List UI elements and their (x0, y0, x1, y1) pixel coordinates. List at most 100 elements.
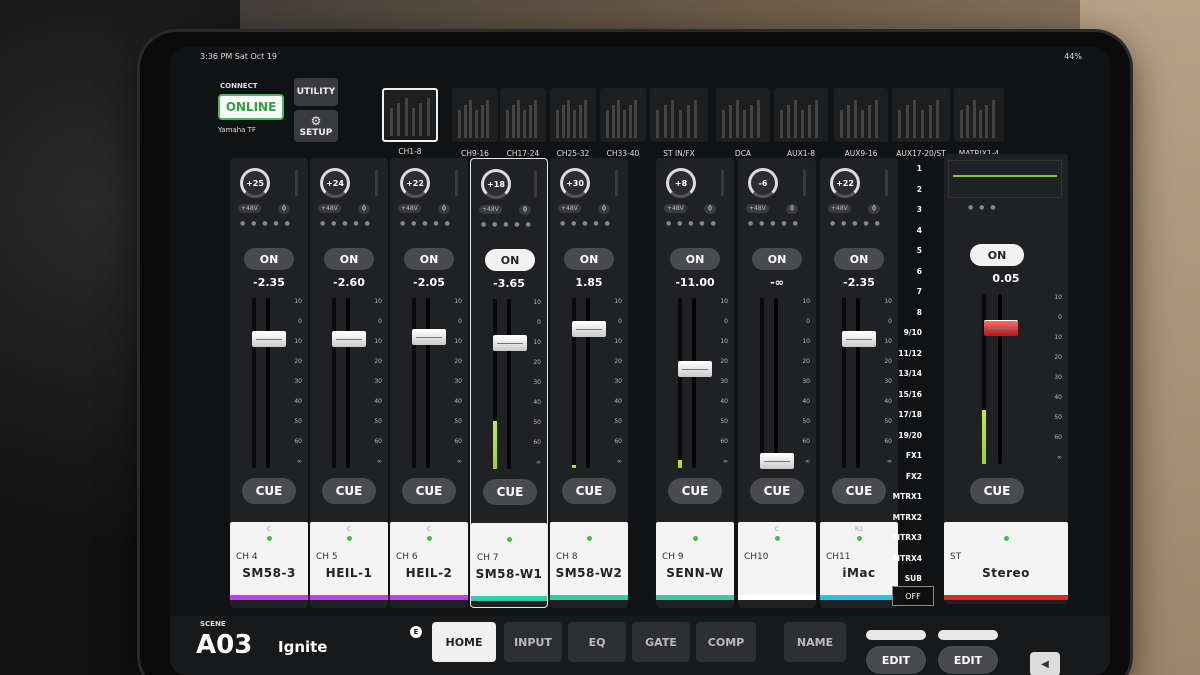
utility-button[interactable]: UTILITY (294, 78, 338, 106)
on-button[interactable]: ON (404, 248, 454, 270)
gain-knob[interactable]: -6 (748, 168, 778, 198)
on-button[interactable]: ON (564, 248, 614, 270)
tab-home[interactable]: HOME (432, 622, 496, 662)
channel-color-bar (550, 595, 628, 600)
gain-knob[interactable]: +22 (400, 168, 430, 198)
scale-tick-label: ∞ (536, 459, 541, 466)
sends-off-button[interactable]: OFF (892, 586, 934, 606)
online-button[interactable]: ONLINE (218, 94, 284, 120)
gain-knob[interactable]: +18 (481, 169, 511, 199)
bank-3[interactable]: CH17-24 (500, 88, 546, 158)
tab-gate[interactable]: GATE (632, 622, 690, 662)
channel-name-label[interactable]: CH 7 SM58-W1 (471, 523, 547, 601)
bank-7[interactable]: DCA (716, 88, 770, 158)
cue-button[interactable]: CUE (483, 479, 537, 505)
gain-knob[interactable]: +30 (560, 168, 590, 198)
page-dots: ● ● ● ● ● (666, 220, 718, 227)
send-item[interactable]: 4 (917, 226, 922, 235)
send-item[interactable]: 1 (917, 164, 922, 173)
channel-name-label[interactable]: R2 CH11 iMac (820, 522, 898, 600)
send-item[interactable]: MTRX4 (893, 554, 922, 563)
tab-comp[interactable]: COMP (696, 622, 756, 662)
on-button[interactable]: ON (485, 249, 535, 271)
channel-name-label[interactable]: C CH 6 HEIL-2 (390, 522, 468, 600)
send-item[interactable]: FX1 (906, 451, 922, 460)
fader-cap[interactable] (984, 320, 1018, 336)
gain-knob[interactable]: +22 (830, 168, 860, 198)
on-button[interactable]: ON (834, 248, 884, 270)
send-item[interactable]: 15/16 (898, 390, 922, 399)
bank-4[interactable]: CH25-32 (550, 88, 596, 158)
gain-knob[interactable]: +24 (320, 168, 350, 198)
scene-number[interactable]: A03 (196, 630, 252, 660)
chevron-left-icon[interactable]: ◀ (1030, 652, 1060, 675)
channel-name: SENN-W (666, 566, 724, 580)
setup-button[interactable]: ⚙ SETUP (294, 110, 338, 142)
send-item[interactable]: MTRX2 (893, 513, 922, 522)
channel-name-label[interactable]: CH 8 SM58-W2 (550, 522, 628, 600)
channel-name-label[interactable]: C CH10 (738, 522, 816, 600)
cue-button[interactable]: CUE (832, 478, 886, 504)
scale-tick-label: 10 (614, 298, 622, 305)
send-item[interactable]: SUB (905, 574, 922, 583)
channel-name-label[interactable]: ST Stereo (944, 522, 1068, 600)
send-item[interactable]: MTRX3 (893, 533, 922, 542)
cue-button[interactable]: CUE (750, 478, 804, 504)
send-item[interactable]: 7 (917, 287, 922, 296)
gear-icon: ⚙ (310, 114, 322, 128)
tab-input[interactable]: INPUT (504, 622, 562, 662)
bank-11[interactable]: MATRIX1-4 (954, 88, 1004, 158)
send-item[interactable]: MTRX1 (893, 492, 922, 501)
pan-readout: C (266, 526, 272, 533)
send-item[interactable]: 6 (917, 267, 922, 276)
bank-6[interactable]: ST IN/FX (650, 88, 708, 158)
tab-name[interactable]: NAME (784, 622, 846, 662)
send-item[interactable]: 8 (917, 308, 922, 317)
send-item[interactable]: FX2 (906, 472, 922, 481)
bank-5[interactable]: CH33-40 (600, 88, 646, 158)
cue-button[interactable]: CUE (562, 478, 616, 504)
bank-1[interactable]: CH1-8 (382, 88, 438, 156)
on-button[interactable]: ON (752, 248, 802, 270)
bank-mini-meter (679, 110, 682, 138)
channel-color-bar (471, 596, 547, 601)
cue-button[interactable]: CUE (402, 478, 456, 504)
cue-button[interactable]: CUE (242, 478, 296, 504)
channel-name-label[interactable]: CH 9 SENN-W (656, 522, 734, 600)
cue-button[interactable]: CUE (970, 478, 1024, 504)
bank-10[interactable]: AUX17-20/ST (892, 88, 950, 158)
bank-8[interactable]: AUX1-8 (774, 88, 828, 158)
send-item[interactable]: 9/10 (904, 328, 922, 337)
scale-tick-label: ∞ (805, 458, 810, 465)
send-item[interactable]: 3 (917, 205, 922, 214)
gain-knob[interactable]: +8 (666, 168, 696, 198)
bank-2[interactable]: CH9-16 (452, 88, 498, 158)
channel-name-label[interactable]: C CH 5 HEIL-1 (310, 522, 388, 600)
channel-strip: +25 +48V ɸ ● ● ● ● ● ON -2.35 10 0 10 20 30 40 50 60 ∞… (230, 158, 308, 608)
send-item[interactable]: 13/14 (898, 369, 922, 378)
input-meter (375, 170, 378, 196)
cue-button[interactable]: CUE (322, 478, 376, 504)
phantom-power-indicator: +48V (828, 204, 851, 213)
bank-mini-meter (928, 105, 932, 138)
channel-name-label[interactable]: C CH 4 SM58-3 (230, 522, 308, 600)
send-item[interactable]: 5 (917, 246, 922, 255)
edit-button-2[interactable]: EDIT (938, 646, 998, 674)
bank-9[interactable]: AUX9-16 (834, 88, 888, 158)
cue-button[interactable]: CUE (668, 478, 722, 504)
on-button[interactable]: ON (670, 248, 720, 270)
on-button[interactable]: ON (324, 248, 374, 270)
on-button[interactable]: ON (970, 244, 1024, 266)
send-item[interactable]: 2 (917, 185, 922, 194)
scene-name[interactable]: Ignite (278, 638, 327, 656)
tab-eq[interactable]: EQ (568, 622, 626, 662)
send-item[interactable]: 11/12 (898, 349, 922, 358)
gain-knob[interactable]: +25 (240, 168, 270, 198)
scale-tick-label: 10 (802, 298, 810, 305)
edit-button-1[interactable]: EDIT (866, 646, 926, 674)
send-item[interactable]: 17/18 (898, 410, 922, 419)
on-button[interactable]: ON (244, 248, 294, 270)
page-dots: ● ● ● ● ● (830, 220, 882, 227)
scale-tick-label: 0 (618, 318, 622, 325)
send-item[interactable]: 19/20 (898, 431, 922, 440)
